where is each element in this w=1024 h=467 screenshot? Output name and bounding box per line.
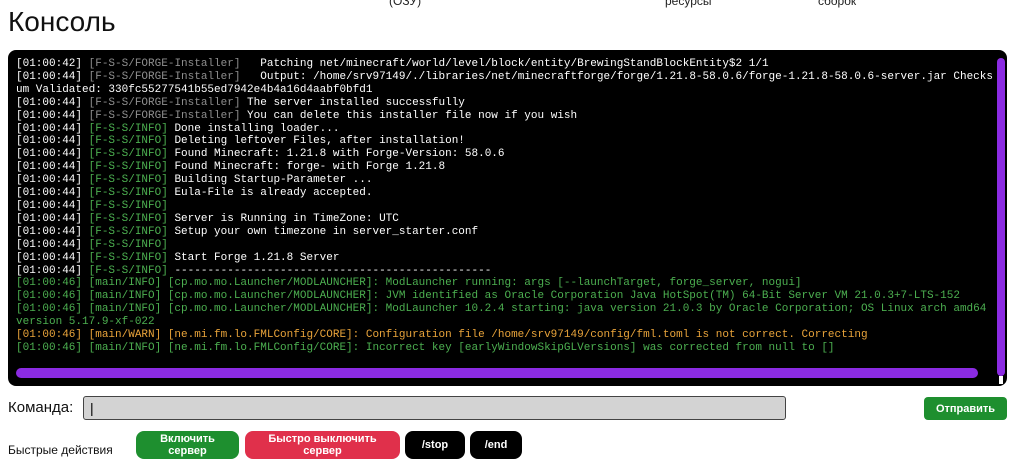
console-line-segment: [01:00:44] <box>16 212 89 225</box>
console-line-segment: Found Minecraft: 1.21.8 with Forge-Versi… <box>167 148 505 161</box>
console-line-segment: [F-S-S/INFO] <box>88 251 168 264</box>
quick-actions-label: Быстрые действия <box>8 443 113 457</box>
console-line-segment: [01:00:46] [main/INFO] [cp.mo.mo.Launche… <box>16 303 993 329</box>
console-line-segment: [F-S-S/INFO] <box>88 212 168 225</box>
console-line: [01:00:44] [F-S-S/INFO] Server is Runnin… <box>16 213 998 226</box>
console-line-segment: [F-S-S/INFO] <box>88 238 168 251</box>
console-line-segment: [01:00:46] [main/WARN] [ne.mi.fm.lo.FMLC… <box>16 329 868 342</box>
console-line: [01:00:44] [F-S-S/INFO] Start Forge 1.21… <box>16 252 998 265</box>
console-line-segment: [01:00:44] <box>16 96 89 109</box>
end-command-button[interactable]: /end <box>470 431 522 459</box>
console-line: [01:00:44] [F-S-S/INFO] ----------------… <box>16 265 998 278</box>
console-line-segment: [01:00:46] [main/INFO] [ne.mi.fm.lo.FMLC… <box>16 341 835 354</box>
console-line: [01:00:44] [F-S-S/FORGE-Installer] You c… <box>16 110 998 123</box>
console-line-segment: The server installed successfully <box>240 96 465 109</box>
console-line: [01:00:44] [F-S-S/FORGE-Installer] The s… <box>16 97 998 110</box>
console-line: [01:00:44] [F-S-S/INFO] Building Startup… <box>16 174 998 187</box>
console-line: [01:00:44] [F-S-S/INFO] Setup your own t… <box>16 226 998 239</box>
console-line: [01:00:44] [F-S-S/INFO] Found Minecraft:… <box>16 148 998 161</box>
console-line-segment: [01:00:42] <box>16 58 89 70</box>
console-line: [01:00:44] [F-S-S/INFO] <box>16 200 998 213</box>
console-line: [01:00:44] [F-S-S/INFO] Done installing … <box>16 123 998 136</box>
console-line-segment: [F-S-S/FORGE-Installer] <box>88 58 241 70</box>
top-label-ram: (ОЗУ) <box>389 0 422 8</box>
command-input[interactable] <box>83 396 786 420</box>
console-line-segment: You can delete this installer file now i… <box>240 109 578 122</box>
console-line: [01:00:44] [F-S-S/FORGE-Installer] Outpu… <box>16 71 998 97</box>
console-line-segment: [F-S-S/FORGE-Installer] <box>88 70 241 83</box>
console-line-segment: Found Minecraft: forge- with Forge 1.21.… <box>167 161 446 174</box>
console-line-segment: [01:00:44] <box>16 199 89 212</box>
console-line: [01:00:46] [main/INFO] [cp.mo.mo.Launche… <box>16 277 998 290</box>
console-horizontal-scrollbar[interactable] <box>16 368 978 378</box>
console-line-segment: [01:00:44] <box>16 238 89 251</box>
console-line-segment: [01:00:44] <box>16 109 89 122</box>
page-title: Консоль <box>8 6 116 37</box>
console-line: [01:00:42] [F-S-S/FORGE-Installer] Patch… <box>16 58 998 71</box>
console-line: [01:00:46] [main/INFO] [cp.mo.mo.Launche… <box>16 303 998 329</box>
console-line-segment: Server is Running in TimeZone: UTC <box>167 212 399 225</box>
console-line-segment: [01:00:44] <box>16 161 89 174</box>
console-line-segment: [01:00:44] <box>16 225 89 238</box>
console-line-segment: [F-S-S/FORGE-Installer] <box>88 109 241 122</box>
fast-stop-server-button[interactable]: Быстро выключить сервер <box>245 431 400 459</box>
console-line-segment: [F-S-S/INFO] <box>88 264 168 277</box>
top-labels-row: (ОЗУ) ресурсы сборок <box>0 0 1024 8</box>
console-line-segment: Building Startup-Parameter ... <box>167 174 373 187</box>
console-vertical-scrollbar[interactable] <box>997 58 1005 384</box>
console-line: [01:00:44] [F-S-S/INFO] Deleting leftove… <box>16 135 998 148</box>
console-line-segment: [F-S-S/INFO] <box>88 174 168 187</box>
console-line-segment: [01:00:44] <box>16 70 89 83</box>
console-line-segment: [01:00:44] <box>16 264 89 277</box>
console-line-segment: [01:00:44] <box>16 174 89 187</box>
console-line-segment: [F-S-S/INFO] <box>88 161 168 174</box>
console-line: [01:00:46] [main/WARN] [ne.mi.fm.lo.FMLC… <box>16 329 998 342</box>
console-line-segment: [F-S-S/INFO] <box>88 148 168 161</box>
console-line-segment: [01:00:44] <box>16 148 89 161</box>
console-line-segment: [01:00:46] [main/INFO] [cp.mo.mo.Launche… <box>16 277 802 290</box>
console-line-segment: Deleting leftover Files, after installat… <box>167 135 465 148</box>
console-line-segment: Patching net/minecraft/world/level/block… <box>240 58 769 70</box>
console-line-segment: [01:00:44] <box>16 122 89 135</box>
console-line-segment: [01:00:44] <box>16 187 89 200</box>
start-server-button[interactable]: Включить сервер <box>136 431 239 459</box>
command-label: Команда: <box>8 399 74 416</box>
console-line: [01:00:46] [main/INFO] [ne.mi.fm.lo.FMLC… <box>16 342 998 355</box>
console-line-segment: Done installing loader... <box>167 122 340 135</box>
console-line: [01:00:46] [main/INFO] [cp.mo.mo.Launche… <box>16 290 998 303</box>
console-line: [01:00:44] [F-S-S/INFO] <box>16 239 998 252</box>
console-line-segment: [01:00:44] <box>16 135 89 148</box>
console-line-segment: [F-S-S/INFO] <box>88 135 168 148</box>
console-line-segment: [F-S-S/INFO] <box>88 122 168 135</box>
vertical-scroll-end <box>999 376 1003 384</box>
console-line-segment: ----------------------------------------… <box>167 264 492 277</box>
console-line-segment: [F-S-S/INFO] <box>88 225 168 238</box>
console-line: [01:00:44] [F-S-S/INFO] Eula-File is alr… <box>16 187 998 200</box>
vertical-scroll-thumb[interactable] <box>997 58 1005 376</box>
console-line-segment: [01:00:44] <box>16 251 89 264</box>
top-label-builds: сборок <box>818 0 857 8</box>
console-line: [01:00:44] [F-S-S/INFO] Found Minecraft:… <box>16 161 998 174</box>
console-line-segment: [F-S-S/FORGE-Installer] <box>88 96 241 109</box>
console-line-segment: Setup your own timezone in server_starte… <box>167 225 479 238</box>
console-panel: [01:00:42] [F-S-S/FORGE-Installer] Patch… <box>8 50 1007 386</box>
console-log: [01:00:42] [F-S-S/FORGE-Installer] Patch… <box>16 58 998 386</box>
console-line-segment: [F-S-S/INFO] <box>88 199 168 212</box>
top-label-resources: ресурсы <box>665 0 712 8</box>
console-line-segment: Start Forge 1.21.8 Server <box>167 251 340 264</box>
console-line-segment: Eula-File is already accepted. <box>167 187 373 200</box>
console-line-segment: [01:00:46] [main/INFO] [cp.mo.mo.Launche… <box>16 290 960 303</box>
console-line-segment: [F-S-S/INFO] <box>88 187 168 200</box>
stop-command-button[interactable]: /stop <box>405 431 465 459</box>
send-button[interactable]: Отправить <box>924 397 1007 420</box>
